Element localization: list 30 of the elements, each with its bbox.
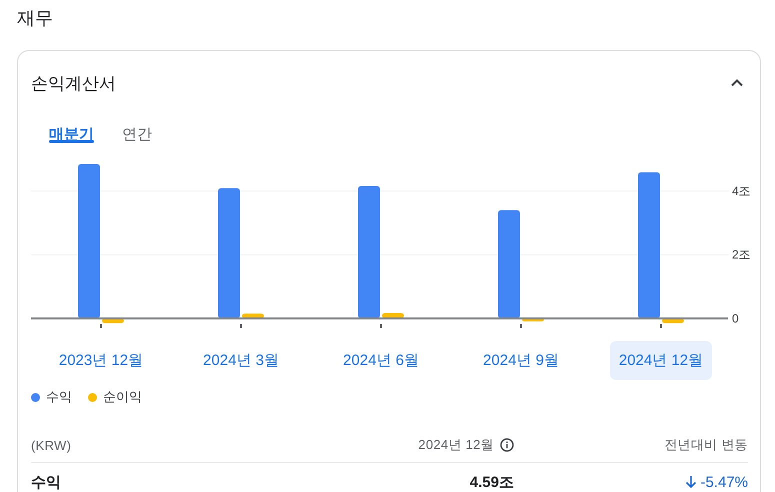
bar[interactable] (102, 318, 124, 324)
axis-tick-label: 0 (732, 311, 739, 326)
tick-mark (100, 324, 102, 328)
period-button[interactable]: 2024년 12월 (610, 341, 712, 380)
axis-tick-label: 2조 (732, 248, 751, 262)
bar[interactable] (662, 318, 684, 324)
tick-mark (240, 324, 242, 328)
change-value: -5.47% (700, 474, 748, 490)
bar[interactable] (522, 318, 544, 322)
column-header: 전년대비 변동 (664, 436, 748, 454)
period-button[interactable]: 2024년 9월 (474, 341, 568, 380)
table-cell: 4.59조 (470, 472, 514, 492)
row-label: 수익 (31, 472, 62, 492)
tick-mark (380, 324, 382, 328)
axis-tick-label: 4조 (732, 184, 751, 198)
info-icon[interactable] (500, 438, 514, 452)
legend-label: 수익 (46, 388, 72, 406)
bar[interactable] (382, 312, 404, 318)
page-title: 재무 (17, 7, 54, 30)
section-title: 손익계산서 (31, 72, 116, 94)
period-button[interactable]: 2024년 6월 (334, 341, 428, 380)
tick-mark (520, 324, 522, 328)
column-header: 2024년 12월 (418, 436, 494, 454)
period-button[interactable]: 2023년 12월 (50, 341, 152, 380)
tick-mark (660, 324, 662, 328)
legend-label: 순이익 (103, 388, 142, 406)
tab[interactable]: 연간 (112, 111, 162, 151)
column-header: (KRW) (31, 438, 72, 452)
period-button[interactable]: 2024년 3월 (194, 341, 288, 380)
bar[interactable] (242, 314, 264, 318)
